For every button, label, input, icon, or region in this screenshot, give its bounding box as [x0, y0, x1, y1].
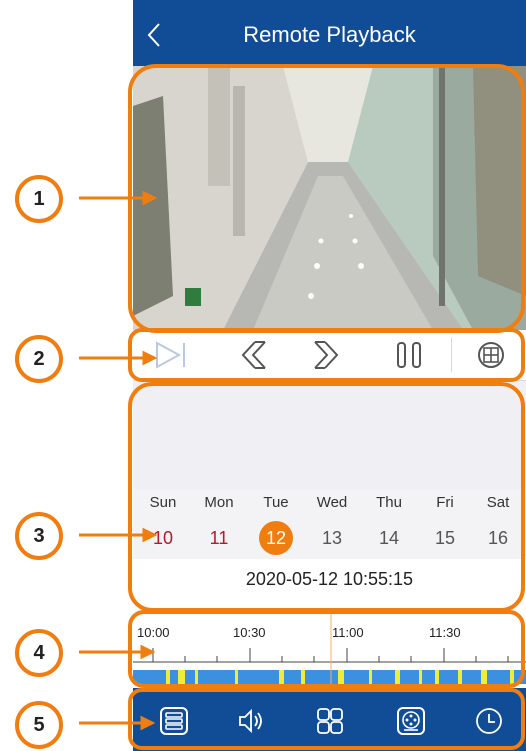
- split-view-button[interactable]: [313, 704, 347, 738]
- clock-icon: [476, 708, 502, 734]
- pause-button[interactable]: [389, 338, 429, 372]
- phone-screen: Remote Playback Sun Mon Tue Wed Thu Fri …: [133, 0, 526, 751]
- play-button[interactable]: [151, 338, 191, 372]
- play-icon: [156, 341, 185, 369]
- bottom-toolbar: [133, 688, 526, 751]
- callout-badge: 5: [15, 701, 63, 749]
- recording-button[interactable]: [394, 704, 428, 738]
- video-player[interactable]: [133, 66, 526, 330]
- day-cell[interactable]: 13: [304, 521, 360, 555]
- day-cell[interactable]: 16: [470, 521, 526, 555]
- storage-icon: [160, 707, 188, 735]
- weekday-label: Sun: [149, 494, 177, 511]
- weekday-label: Sat: [486, 494, 510, 511]
- weekday-label: Fri: [436, 494, 454, 511]
- app-header: Remote Playback: [133, 0, 526, 66]
- fast-forward-icon: [314, 341, 339, 369]
- callout-badge: 4: [15, 629, 63, 677]
- fast-forward-button[interactable]: [305, 338, 345, 372]
- rewind-icon: [241, 341, 266, 369]
- selected-day-cell[interactable]: 12: [248, 521, 304, 555]
- date-picker: Sun Mon Tue Wed Thu Fri Sat 10 11 12 13 …: [133, 381, 526, 609]
- split-view-icon: [317, 708, 343, 734]
- playback-datetime: 2020-05-12 10:55:15: [245, 569, 414, 589]
- page-title: Remote Playback: [243, 22, 416, 47]
- timeline-track: [133, 612, 526, 686]
- weekday-label: Tue: [263, 494, 289, 511]
- film-reel-icon: [397, 707, 425, 735]
- divider: [451, 338, 452, 372]
- playback-timeline[interactable]: 10:00 10:30 11:00 11:30: [133, 612, 526, 686]
- storage-button[interactable]: [157, 704, 191, 738]
- video-frame: [133, 66, 526, 330]
- callout-badge: 3: [15, 512, 63, 560]
- weekday-label: Mon: [204, 494, 234, 511]
- day-cell[interactable]: 10: [135, 521, 191, 555]
- weekday-label: Thu: [376, 494, 402, 511]
- playback-controls: [133, 330, 526, 381]
- layout-button[interactable]: [471, 338, 511, 372]
- calendar-header-area: [133, 381, 526, 489]
- day-cell[interactable]: 11: [191, 521, 247, 555]
- day-cell[interactable]: 14: [361, 521, 417, 555]
- callout-badge: 1: [15, 175, 63, 223]
- callout-badge: 2: [15, 335, 63, 383]
- rewind-button[interactable]: [235, 338, 275, 372]
- pause-icon: [397, 342, 421, 368]
- layout-grid-icon: [478, 342, 504, 368]
- speaker-icon: [239, 708, 262, 734]
- weekday-label: Wed: [316, 494, 348, 511]
- day-cell[interactable]: 15: [417, 521, 473, 555]
- audio-button[interactable]: [234, 704, 268, 738]
- time-button[interactable]: [472, 704, 506, 738]
